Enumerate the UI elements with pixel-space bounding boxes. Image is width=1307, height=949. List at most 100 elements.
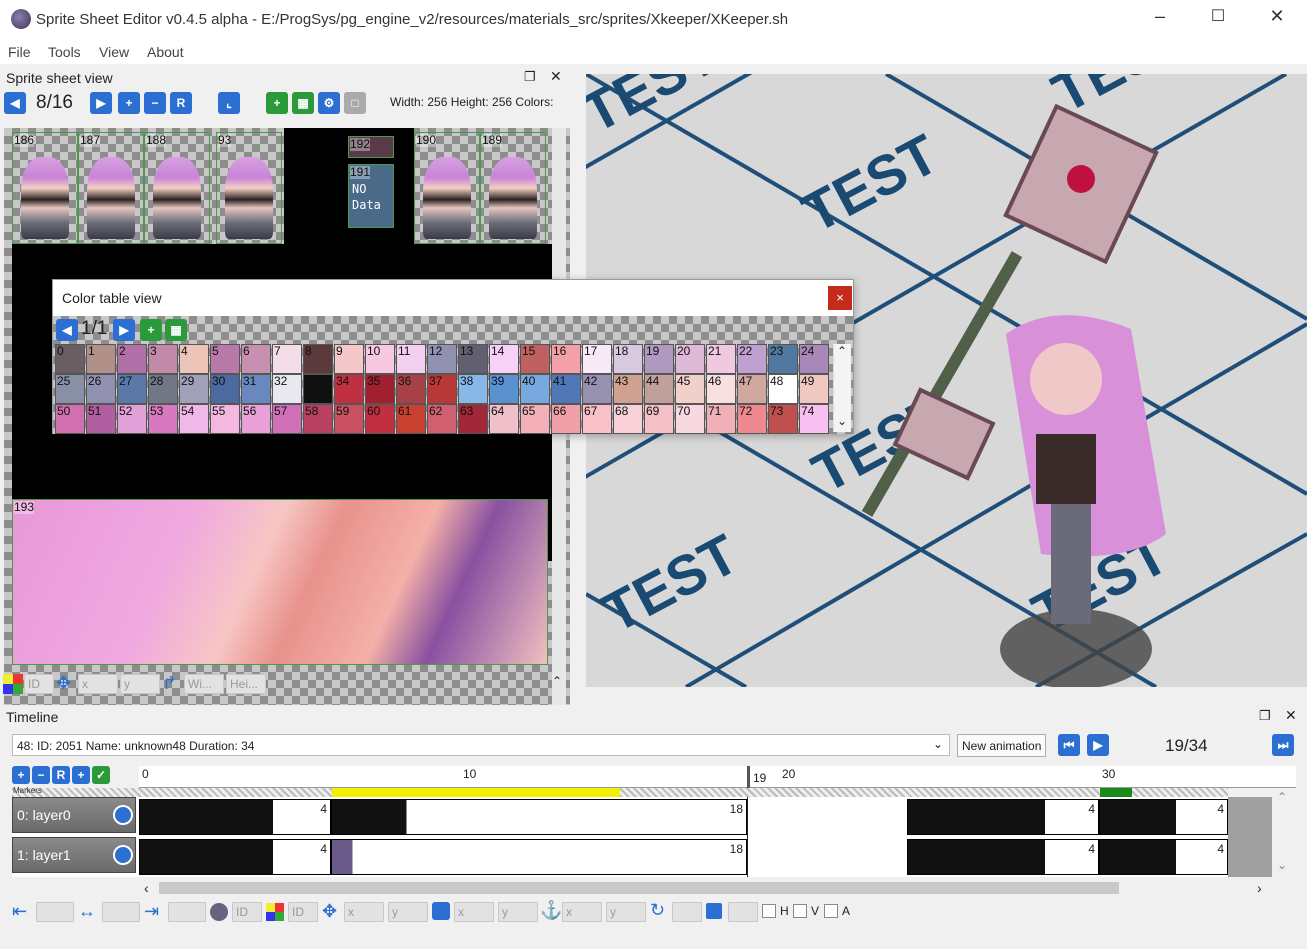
color-swatch[interactable]: 1 <box>86 344 116 374</box>
color-swatch[interactable]: 45 <box>675 374 705 404</box>
scroll-left-icon[interactable]: ‹ <box>144 880 149 896</box>
move-icon[interactable]: ✥ <box>56 673 71 694</box>
add-palette-icon[interactable]: ▦ <box>165 319 187 341</box>
last-frame-button[interactable]: ⏭ <box>1272 734 1294 756</box>
color-swatch[interactable]: 27 <box>117 374 147 404</box>
align-left-icon[interactable]: ⇤ <box>12 901 27 922</box>
depth-field[interactable] <box>728 902 758 922</box>
color-swatch[interactable]: 29 <box>179 374 209 404</box>
color-swatch[interactable]: 23 <box>768 344 798 374</box>
keyframe[interactable]: 4 <box>907 799 1099 835</box>
color-swatch[interactable]: 12 <box>427 344 457 374</box>
stretch-icon[interactable]: ↔ <box>78 901 96 922</box>
add-sprite-icon[interactable]: + <box>266 92 288 114</box>
add-color-icon[interactable]: + <box>140 319 162 341</box>
color-swatch[interactable]: 53 <box>148 404 178 434</box>
zoom-out-icon[interactable]: − <box>144 92 166 114</box>
move-icon[interactable]: ✥ <box>322 901 337 922</box>
color-swatch[interactable]: 72 <box>737 404 767 434</box>
flip-h-checkbox[interactable] <box>762 904 776 918</box>
close-button[interactable]: ✕ <box>1262 6 1292 30</box>
color-swatch[interactable]: 37 <box>427 374 457 404</box>
crop-icon[interactable]: ⌞ <box>218 92 240 114</box>
color-swatch[interactable]: 57 <box>272 404 302 434</box>
color-swatch[interactable]: 21 <box>706 344 736 374</box>
color-swatch[interactable]: 38 <box>458 374 488 404</box>
color-swatch[interactable]: 30 <box>210 374 240 404</box>
settings-icon[interactable]: ⚙ <box>318 92 340 114</box>
keyframe[interactable]: 4 <box>907 839 1099 875</box>
color-swatch[interactable]: 54 <box>179 404 209 434</box>
anchor-y-field[interactable]: y <box>606 902 646 922</box>
color-swatch[interactable]: 42 <box>582 374 612 404</box>
scroll-right-icon[interactable]: › <box>1257 880 1262 896</box>
menu-view[interactable]: View <box>99 44 129 60</box>
y-field[interactable]: y <box>120 674 160 694</box>
zoom-reset-icon[interactable]: R <box>170 92 192 114</box>
id-field[interactable]: ID <box>24 674 54 694</box>
start-field[interactable] <box>36 902 74 922</box>
color-swatch[interactable]: 74 <box>799 404 829 434</box>
color-swatch[interactable]: 0 <box>55 344 85 374</box>
menu-file[interactable]: File <box>8 44 31 60</box>
color-swatch[interactable]: 4 <box>179 344 209 374</box>
color-swatch[interactable]: 34 <box>334 374 364 404</box>
color-swatch[interactable]: 14 <box>489 344 519 374</box>
float-icon[interactable]: ❐ <box>1259 708 1271 724</box>
zoom-reset-icon[interactable]: R <box>52 766 70 784</box>
close-icon[interactable]: ✕ <box>550 68 562 85</box>
color-swatch[interactable]: 17 <box>582 344 612 374</box>
color-swatch[interactable]: 55 <box>210 404 240 434</box>
color-swatch[interactable]: 28 <box>148 374 178 404</box>
menu-about[interactable]: About <box>147 44 184 60</box>
color-swatch[interactable]: 33 <box>303 374 333 404</box>
scale-icon[interactable] <box>432 902 450 920</box>
anchor-icon[interactable]: ⚓ <box>540 900 562 921</box>
color-swatch[interactable]: 3 <box>148 344 178 374</box>
timeline-hscroll[interactable]: ‹ › <box>139 879 1272 897</box>
play-button[interactable]: ▶ <box>1087 734 1109 756</box>
color-swatch[interactable]: 25 <box>55 374 85 404</box>
color-swatch[interactable]: 49 <box>799 374 829 404</box>
add-grid-icon[interactable]: ▦ <box>292 92 314 114</box>
color-swatch[interactable]: 35 <box>365 374 395 404</box>
scroll-down-icon[interactable]: ⌄ <box>1277 858 1287 872</box>
color-swatch[interactable]: 70 <box>675 404 705 434</box>
layers-icon[interactable] <box>706 903 722 919</box>
height-field[interactable]: Hei... <box>226 674 266 694</box>
offset-y-field[interactable]: y <box>388 902 428 922</box>
color-swatch[interactable]: 7 <box>272 344 302 374</box>
sprite-cell[interactable]: 187 <box>78 132 144 244</box>
rotation-field[interactable] <box>672 902 702 922</box>
keyframe[interactable]: 4 <box>1099 839 1228 875</box>
color-swatch[interactable]: 31 <box>241 374 271 404</box>
color-scrollbar[interactable]: ⌃ ⌄ <box>833 344 851 432</box>
length-field[interactable] <box>102 902 140 922</box>
animation-selector[interactable]: 48: ID: 2051 Name: unknown48 Duration: 3… <box>12 734 950 756</box>
color-swatch[interactable]: 16 <box>551 344 581 374</box>
zoom-out-icon[interactable]: − <box>32 766 50 784</box>
offset-x-field[interactable]: x <box>344 902 384 922</box>
menu-tools[interactable]: Tools <box>48 44 81 60</box>
color-swatch[interactable]: 24 <box>799 344 829 374</box>
color-swatch[interactable]: 6 <box>241 344 271 374</box>
color-swatch[interactable]: 60 <box>365 404 395 434</box>
additive-checkbox[interactable] <box>824 904 838 918</box>
sprite-id-field[interactable]: ID <box>232 902 262 922</box>
color-swatch[interactable]: 32 <box>272 374 302 404</box>
color-swatch[interactable]: 18 <box>613 344 643 374</box>
color-swatch[interactable]: 46 <box>706 374 736 404</box>
prev-page-button[interactable]: ◀ <box>4 92 26 114</box>
color-swatch[interactable]: 47 <box>737 374 767 404</box>
color-swatch[interactable]: 41 <box>551 374 581 404</box>
maximize-button[interactable]: ☐ <box>1203 6 1233 30</box>
keyframe[interactable]: 4 <box>139 799 331 835</box>
color-swatch[interactable]: 65 <box>520 404 550 434</box>
resize-icon[interactable]: ↱ <box>162 673 177 694</box>
color-prev-button[interactable]: ◀ <box>56 319 78 341</box>
sprite-cell[interactable]: 186 <box>12 132 78 244</box>
layer-label[interactable]: 0: layer0 <box>12 797 136 833</box>
color-grid-icon[interactable] <box>3 674 23 694</box>
color-swatch[interactable]: 20 <box>675 344 705 374</box>
next-page-button[interactable]: ▶ <box>90 92 112 114</box>
